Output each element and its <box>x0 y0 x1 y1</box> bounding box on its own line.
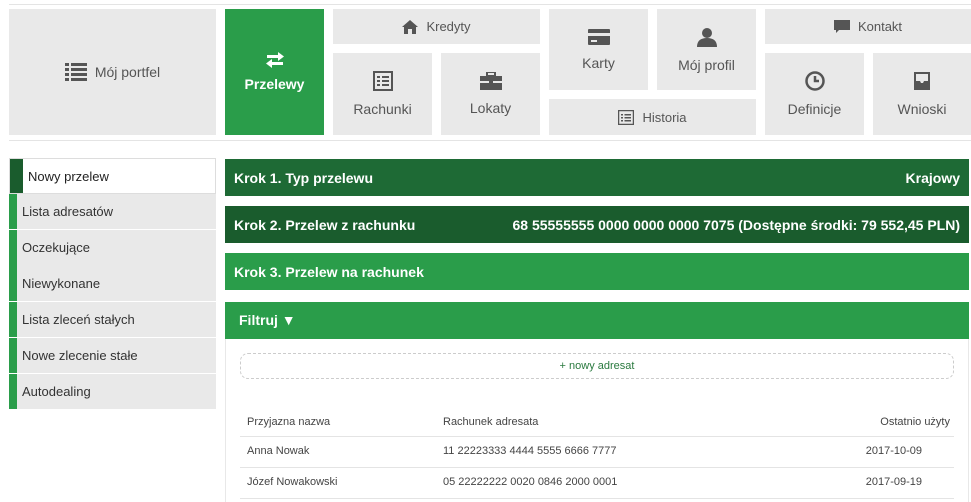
sidebar-item-label: Autodealing <box>22 384 91 399</box>
cell-last-used: 2017-10-09 <box>865 445 922 457</box>
step-2-value: 68 55555555 0000 0000 0000 7075 (Dostępn… <box>512 216 960 233</box>
sidebar-item-new-standing-order[interactable]: Nowe zlecenie stałe <box>9 338 216 374</box>
credit-card-icon <box>587 28 610 45</box>
cell-last-used: 2017-09-19 <box>865 476 922 488</box>
sidebar-item-label: Lista zleceń stałych <box>22 312 135 327</box>
nav-deposits-label: Lokaty <box>469 100 512 116</box>
step-1-label: Krok 1. Typ przelewu <box>234 169 373 186</box>
nav-transfers[interactable]: Przelewy <box>225 9 324 135</box>
transfer-arrows-icon <box>265 52 285 68</box>
sidebar-item-autodealing[interactable]: Autodealing <box>9 374 216 410</box>
nav-applications-label: Wnioski <box>897 101 947 117</box>
sidebar-item-recipients-list[interactable]: Lista adresatów <box>9 194 216 230</box>
step-3-label: Krok 3. Przelew na rachunek <box>234 263 424 280</box>
step-1-transfer-type[interactable]: Krok 1. Typ przelewu Krajowy <box>225 159 969 196</box>
chat-bubble-icon <box>833 19 850 34</box>
top-divider <box>9 4 971 5</box>
nav-my-portfolio-label: Mój portfel <box>94 64 161 80</box>
sidebar-item-new-transfer[interactable]: Nowy przelew <box>9 158 216 194</box>
history-list-icon <box>618 109 635 125</box>
new-recipient-button[interactable]: + nowy adresat <box>240 353 954 379</box>
table-header-row: Przyjazna nazwa Rachunek adresata Ostatn… <box>240 409 954 437</box>
sidebar-item-pending[interactable]: Oczekujące <box>9 230 216 266</box>
sidebar-item-label: Nowy przelew <box>28 169 109 184</box>
user-icon <box>696 27 717 47</box>
table-row[interactable]: Józef Nowakowski 05 22222222 0020 0846 2… <box>240 468 954 499</box>
nav-contact[interactable]: Kontakt <box>765 9 971 44</box>
column-header-recipient-account[interactable]: Rachunek adresata <box>443 409 538 435</box>
list-icon <box>64 63 87 81</box>
nav-my-profile[interactable]: Mój profil <box>657 9 756 90</box>
nav-transfers-label: Przelewy <box>244 76 305 92</box>
nav-cards-label: Karty <box>582 54 615 71</box>
sidebar-item-label: Oczekujące <box>22 240 90 255</box>
nav-history-label: Historia <box>642 109 687 125</box>
nav-my-portfolio[interactable]: Mój portfel <box>9 9 216 135</box>
recipients-table: Przyjazna nazwa Rachunek adresata Ostatn… <box>240 409 954 499</box>
column-header-last-used[interactable]: Ostatnio użyty <box>880 409 950 435</box>
nav-accounts[interactable]: Rachunki <box>333 53 432 135</box>
step-2-from-account[interactable]: Krok 2. Przelew z rachunku 68 55555555 0… <box>225 206 969 243</box>
inbox-icon <box>912 71 932 91</box>
clock-icon <box>804 71 825 91</box>
nav-credits-label: Kredyty <box>426 19 471 34</box>
nav-applications[interactable]: Wnioski <box>873 53 971 135</box>
nav-cards[interactable]: Karty <box>549 9 648 90</box>
recipients-panel: + nowy adresat Przyjazna nazwa Rachunek … <box>225 339 969 502</box>
nav-my-profile-label: Mój profil <box>678 56 735 73</box>
nav-definitions-label: Definicje <box>787 101 842 117</box>
sidebar: Nowy przelew Lista adresatów Oczekujące … <box>9 158 216 410</box>
cell-recipient-account: 05 22222222 0020 0846 2000 0001 <box>443 476 618 488</box>
nav-accounts-label: Rachunki <box>353 101 412 117</box>
nav-contact-label: Kontakt <box>857 19 903 34</box>
briefcase-icon <box>479 72 502 90</box>
column-header-friendly-name[interactable]: Przyjazna nazwa <box>247 409 330 435</box>
cell-recipient-account: 11 22223333 4444 5555 6666 7777 <box>443 445 617 457</box>
ledger-icon <box>372 71 393 91</box>
home-icon <box>402 19 419 34</box>
nav-definitions[interactable]: Definicje <box>765 53 864 135</box>
step-3-to-account[interactable]: Krok 3. Przelew na rachunek <box>225 253 969 290</box>
sidebar-item-standing-orders-list[interactable]: Lista zleceń stałych <box>9 302 216 338</box>
nav-credits[interactable]: Kredyty <box>333 9 540 44</box>
nav-deposits[interactable]: Lokaty <box>441 53 540 135</box>
filter-label: Filtruj ▼ <box>239 312 296 328</box>
nav-history[interactable]: Historia <box>549 99 756 135</box>
sidebar-item-not-executed[interactable]: Niewykonane <box>9 266 216 302</box>
step-1-value: Krajowy <box>905 169 960 186</box>
sidebar-item-label: Niewykonane <box>22 276 101 291</box>
cell-friendly-name: Józef Nowakowski <box>247 476 338 488</box>
nav-divider <box>9 140 971 141</box>
step-2-label: Krok 2. Przelew z rachunku <box>234 216 416 233</box>
sidebar-item-label: Nowe zlecenie stałe <box>22 348 138 363</box>
table-row[interactable]: Anna Nowak 11 22223333 4444 5555 6666 77… <box>240 437 954 468</box>
new-recipient-label: + nowy adresat <box>559 360 635 372</box>
cell-friendly-name: Anna Nowak <box>247 445 310 457</box>
sidebar-item-label: Lista adresatów <box>22 204 114 219</box>
filter-toggle[interactable]: Filtruj ▼ <box>225 302 969 339</box>
